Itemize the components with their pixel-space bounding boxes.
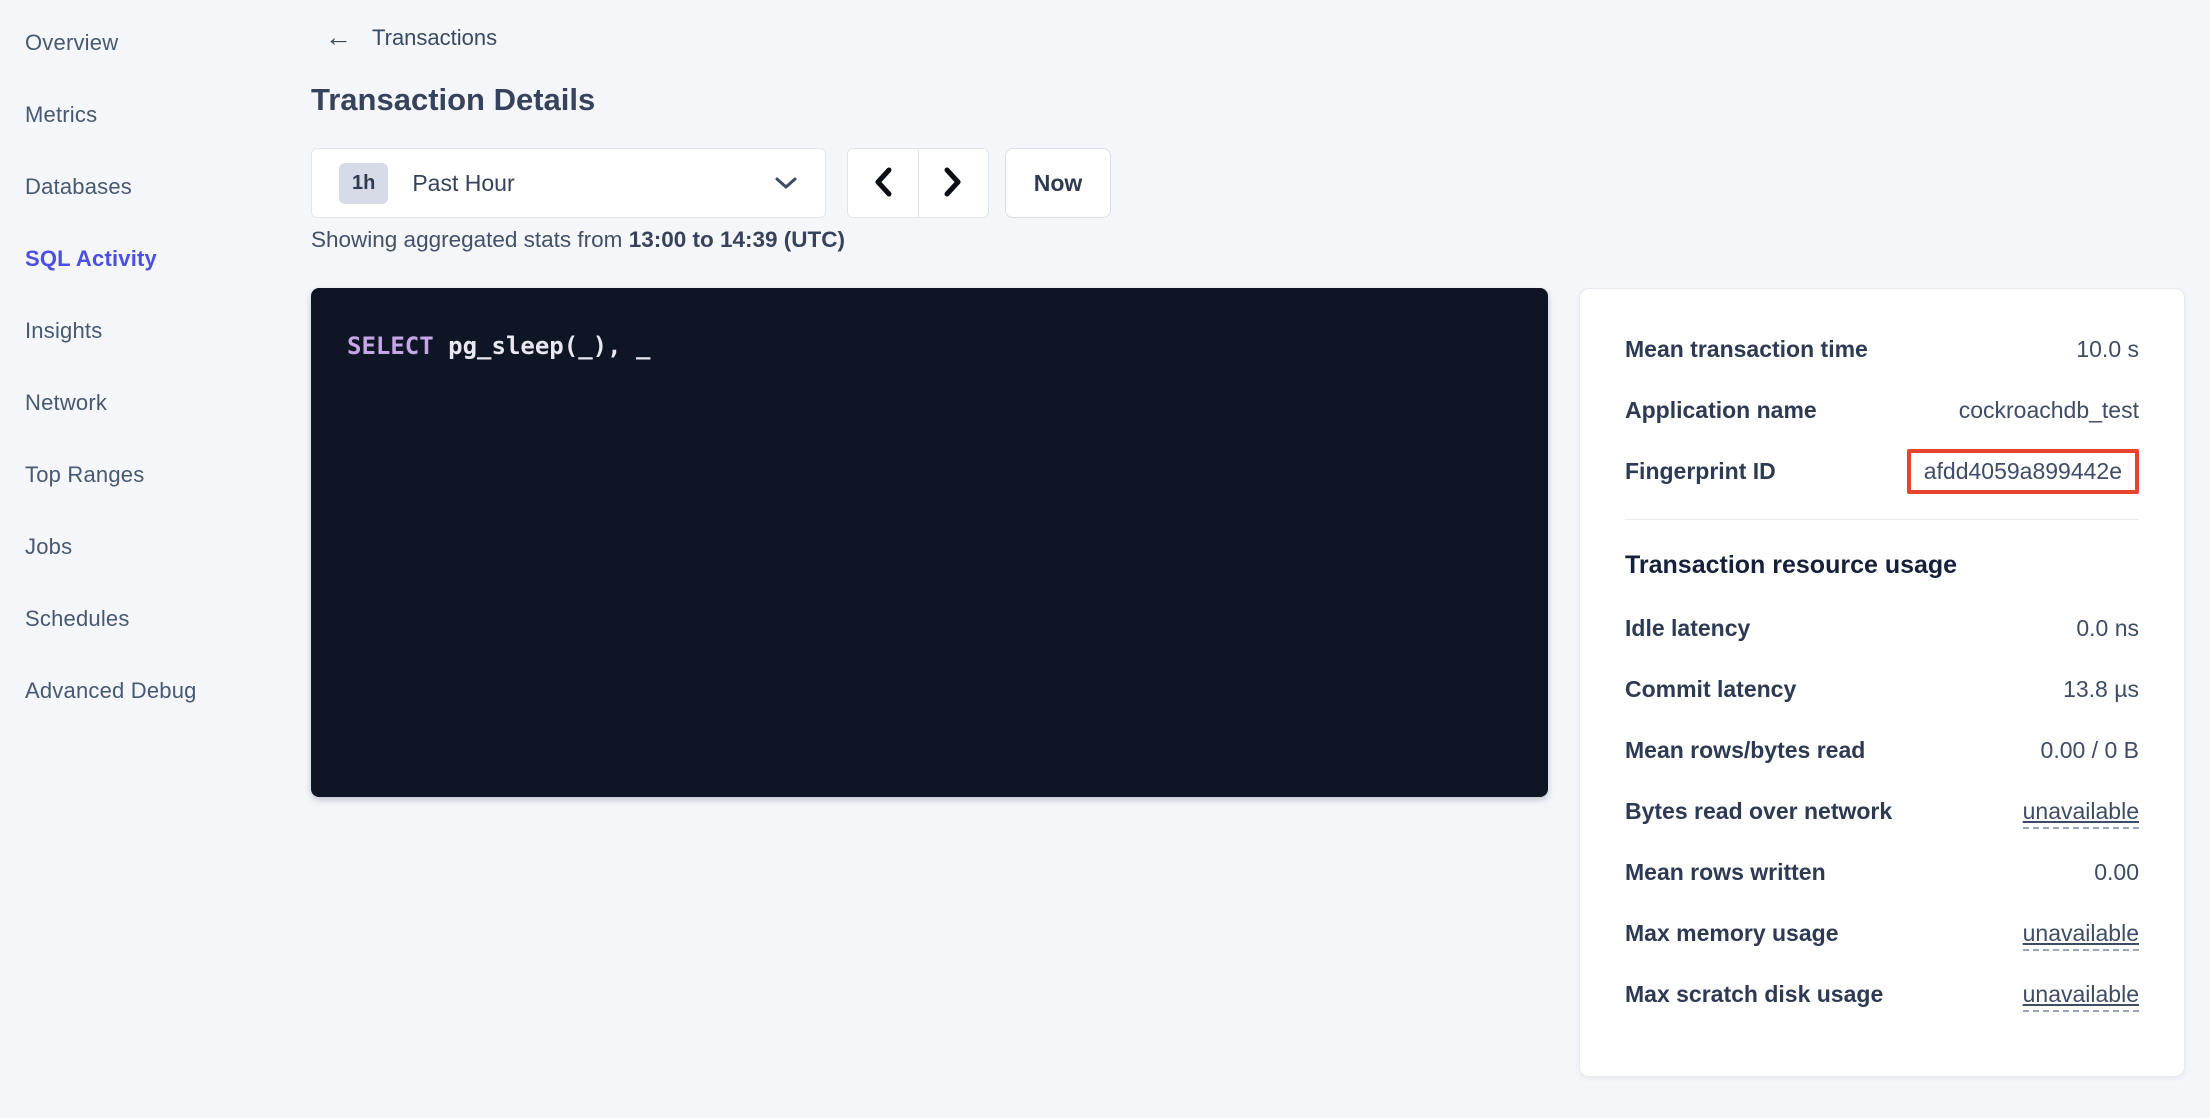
detail-label: Application name <box>1625 397 1817 424</box>
detail-value: 0.00 <box>2094 859 2139 886</box>
detail-value: 0.00 / 0 B <box>2041 737 2139 764</box>
sidebar-item-advanced-debug[interactable]: Advanced Debug <box>0 655 290 727</box>
detail-label: Idle latency <box>1625 615 1750 642</box>
detail-row: Bytes read over network unavailable <box>1625 781 2139 842</box>
sql-statement-box: SELECT pg_sleep(_), _ <box>311 288 1548 797</box>
sidebar: OverviewMetricsDatabasesSQL ActivityInsi… <box>0 7 290 727</box>
detail-row: Fingerprint ID afdd4059a899442e <box>1625 441 2139 502</box>
sidebar-item-schedules[interactable]: Schedules <box>0 583 290 655</box>
detail-row: Max scratch disk usage unavailable <box>1625 964 2139 1025</box>
detail-label: Mean rows written <box>1625 859 1826 886</box>
detail-row: Mean rows/bytes read 0.00 / 0 B <box>1625 720 2139 781</box>
sidebar-item-insights[interactable]: Insights <box>0 295 290 367</box>
summary-rows: Mean transaction time 10.0 s Application… <box>1625 319 2139 502</box>
page-title: Transaction Details <box>311 82 595 118</box>
sidebar-item-jobs[interactable]: Jobs <box>0 511 290 583</box>
sidebar-item-sql-activity[interactable]: SQL Activity <box>0 223 290 295</box>
unavailable-value[interactable]: unavailable <box>2023 798 2139 829</box>
breadcrumb-label: Transactions <box>372 25 497 51</box>
transaction-details-card: Mean transaction time 10.0 s Application… <box>1579 288 2185 1077</box>
detail-label: Commit latency <box>1625 676 1796 703</box>
sidebar-item-metrics[interactable]: Metrics <box>0 79 290 151</box>
detail-value: unavailable <box>2023 920 2139 947</box>
sql-statement-text: SELECT pg_sleep(_), _ <box>347 332 1512 360</box>
next-interval-button[interactable] <box>919 149 989 217</box>
sql-keyword: SELECT <box>347 332 434 360</box>
time-range-label: Past Hour <box>412 170 514 197</box>
chevron-right-icon <box>942 166 964 201</box>
time-range-dropdown[interactable]: 1h Past Hour <box>311 148 826 218</box>
detail-value: cockroachdb_test <box>1959 397 2139 424</box>
unavailable-value[interactable]: unavailable <box>2023 920 2139 951</box>
detail-row: Mean transaction time 10.0 s <box>1625 319 2139 380</box>
detail-value: 10.0 s <box>2076 336 2139 363</box>
sidebar-item-overview[interactable]: Overview <box>0 7 290 79</box>
time-controls: 1h Past Hour Now <box>311 148 1111 218</box>
detail-row: Idle latency 0.0 ns <box>1625 598 2139 659</box>
fingerprint-id-value: afdd4059a899442e <box>1924 458 2122 484</box>
detail-row: Commit latency 13.8 µs <box>1625 659 2139 720</box>
detail-value: afdd4059a899442e <box>1907 449 2139 494</box>
time-pager <box>847 148 989 218</box>
previous-interval-button[interactable] <box>848 149 919 217</box>
breadcrumb-back-transactions[interactable]: ← Transactions <box>325 24 497 51</box>
detail-row: Mean rows written 0.00 <box>1625 842 2139 903</box>
fingerprint-highlight-box: afdd4059a899442e <box>1907 449 2139 494</box>
aggregated-stats-caption: Showing aggregated stats from 13:00 to 1… <box>311 227 845 253</box>
sidebar-item-top-ranges[interactable]: Top Ranges <box>0 439 290 511</box>
detail-row: Max memory usage unavailable <box>1625 903 2139 964</box>
sidebar-item-network[interactable]: Network <box>0 367 290 439</box>
caption-time-range: 13:00 to 14:39 (UTC) <box>629 227 845 252</box>
resource-usage-section-title: Transaction resource usage <box>1625 536 2139 594</box>
detail-label: Mean transaction time <box>1625 336 1868 363</box>
detail-label: Max scratch disk usage <box>1625 981 1883 1008</box>
sidebar-item-databases[interactable]: Databases <box>0 151 290 223</box>
unavailable-value[interactable]: unavailable <box>2023 981 2139 1012</box>
caption-prefix: Showing aggregated stats from <box>311 227 629 252</box>
back-arrow-icon: ← <box>325 24 352 51</box>
now-button[interactable]: Now <box>1005 148 1111 218</box>
detail-label: Bytes read over network <box>1625 798 1892 825</box>
time-range-badge: 1h <box>339 163 388 204</box>
card-divider <box>1625 519 2139 520</box>
detail-label: Max memory usage <box>1625 920 1838 947</box>
sql-code: pg_sleep(_), _ <box>434 332 651 360</box>
detail-label: Mean rows/bytes read <box>1625 737 1865 764</box>
detail-label: Fingerprint ID <box>1625 458 1776 485</box>
detail-value: unavailable <box>2023 798 2139 825</box>
detail-value: 13.8 µs <box>2063 676 2139 703</box>
detail-value: 0.0 ns <box>2076 615 2139 642</box>
detail-value: unavailable <box>2023 981 2139 1008</box>
chevron-down-icon <box>773 175 799 191</box>
resource-rows: Idle latency 0.0 ns Commit latency 13.8 … <box>1625 598 2139 1025</box>
detail-row: Application name cockroachdb_test <box>1625 380 2139 441</box>
chevron-left-icon <box>872 166 894 201</box>
